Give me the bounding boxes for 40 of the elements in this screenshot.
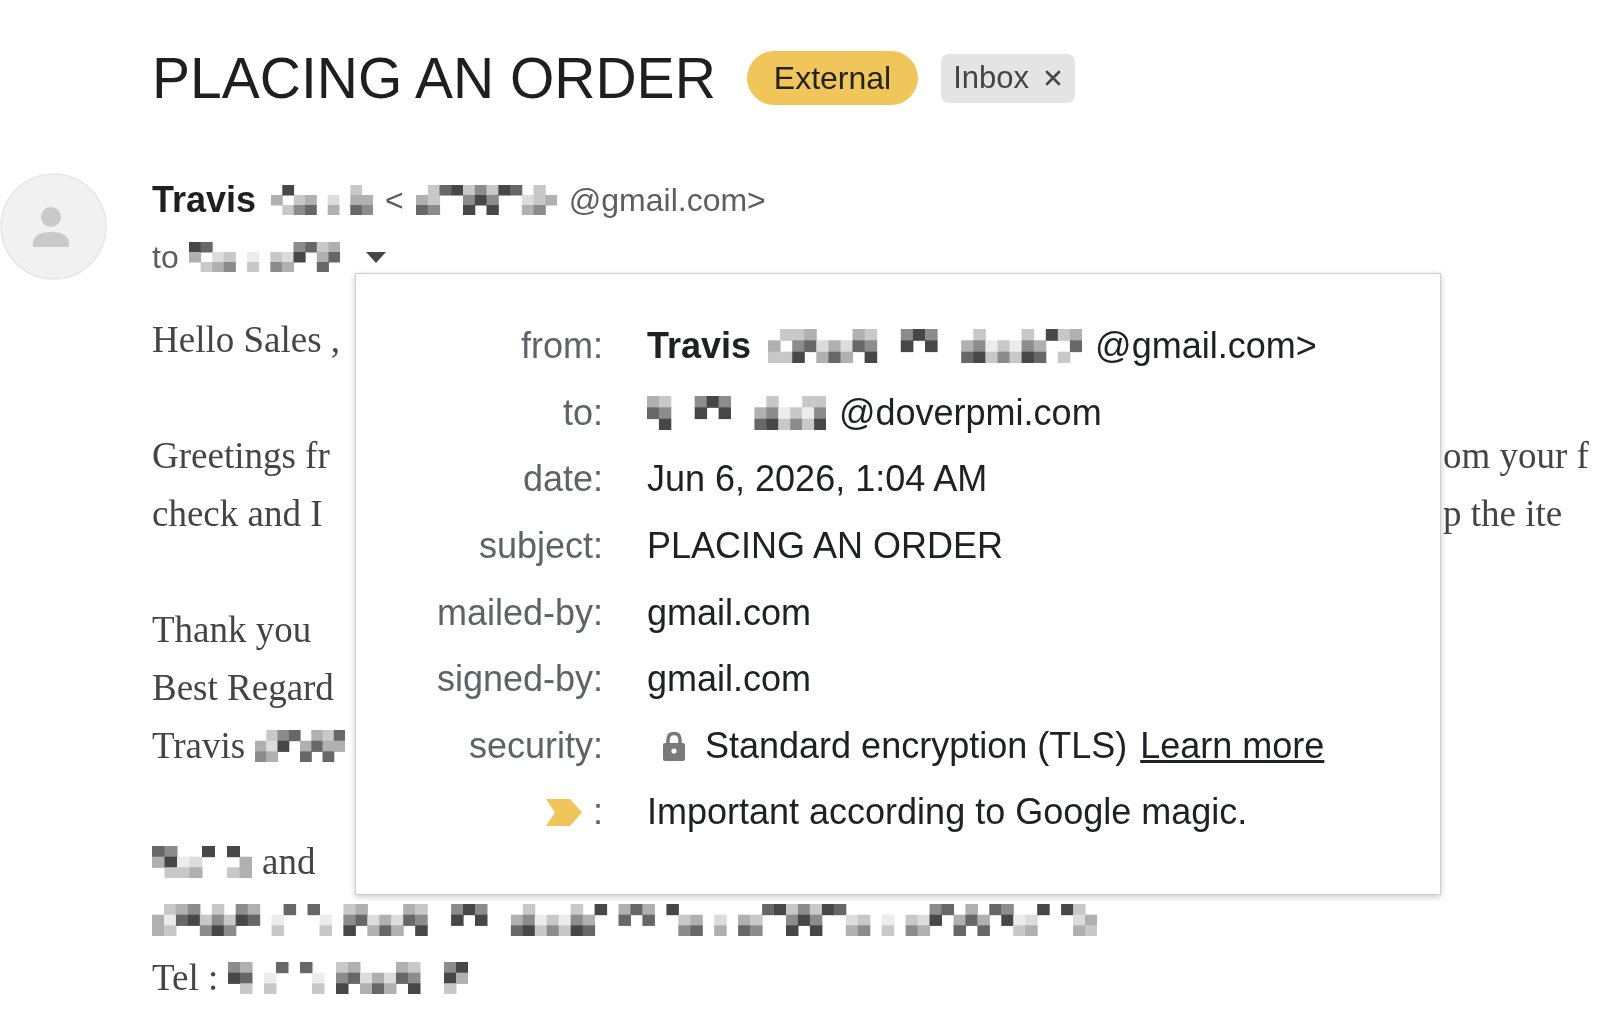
email-subject: PLACING AN ORDER [152,45,716,112]
label-tag: External [746,51,919,105]
detail-label: security: [468,724,603,767]
detail-label: subject: [478,525,603,568]
detail-label: : [593,791,603,834]
body-text: Travis [152,724,246,768]
detail-label: signed-by: [436,658,603,701]
detail-value: PLACING AN ORDER [647,525,1004,568]
detail-value: Standard encryption (TLS) [705,724,1128,767]
sender-name: Travis [647,325,752,368]
detail-value: @doverpmi.com [839,391,1102,434]
body-text: Best Regard [152,666,334,710]
detail-label: mailed-by: [436,591,603,634]
sender-email: < [385,181,404,219]
body-text: Tel : [152,956,219,1000]
body-text: and [262,840,316,884]
body-text: om your f [1443,434,1590,478]
detail-label: date: [522,458,603,501]
importance-marker-icon [546,798,582,826]
detail-value: @gmail.com> [1095,325,1317,368]
body-text: check and I [152,492,323,536]
caret-icon[interactable] [365,251,386,263]
body-text: Greetings fr [152,434,330,478]
sender-email: @gmail.com> [568,181,766,219]
body-text: Thank you [152,608,312,652]
lock-icon [662,730,686,761]
close-icon[interactable] [1045,70,1062,86]
detail-value: gmail.com [647,658,812,701]
learn-more-link[interactable]: Learn more [1140,724,1325,767]
detail-value: gmail.com [647,591,812,634]
sender-name: Travis [152,179,257,221]
detail-label: to: [562,391,603,434]
detail-value: Jun 6, 2026, 1:04 AM [647,458,988,501]
body-text: p the ite [1443,492,1564,536]
detail-value: Important according to Google magic. [647,791,1248,834]
recipient-label: to [152,238,179,276]
avatar-icon [0,173,107,280]
label-chip[interactable]: Inbox [941,53,1076,103]
body-text: Hello Sales , [152,318,341,362]
detail-label: from: [521,325,603,368]
